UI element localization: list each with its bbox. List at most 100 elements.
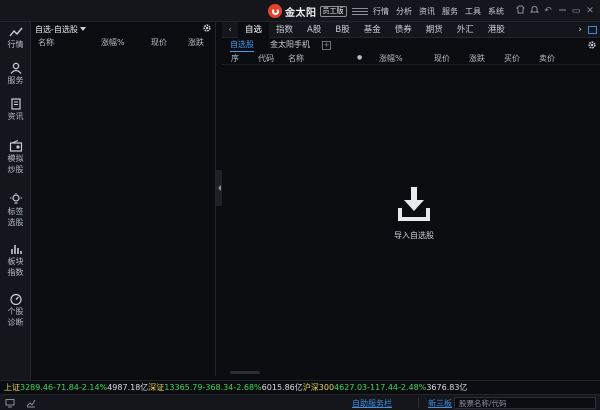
menu-item-news[interactable]: 资讯: [419, 6, 435, 17]
add-group-button[interactable]: +: [322, 40, 331, 50]
stock-table-header: 序 代码 名称 ● 涨幅% 现价 涨跌 买价 卖价: [222, 52, 600, 65]
column-name[interactable]: 名称: [288, 53, 304, 64]
tab-prev-icon[interactable]: ‹: [222, 25, 238, 35]
column-index[interactable]: 序: [231, 53, 239, 64]
chevron-down-icon[interactable]: [79, 27, 86, 31]
index-name[interactable]: 沪深300: [303, 382, 334, 393]
stock-search-input[interactable]: [454, 397, 596, 409]
rail-label: 模拟: [7, 154, 24, 163]
subtab-my-stocks[interactable]: 自选股: [230, 39, 254, 52]
column-change[interactable]: 涨跌: [188, 37, 204, 48]
self-service-link[interactable]: 自助服务栏: [352, 398, 392, 409]
column-code[interactable]: 代码: [258, 53, 274, 64]
restore-icon[interactable]: ▭: [570, 6, 582, 16]
sun-logo-icon: [268, 4, 282, 18]
app-logo: 金太阳 员工版: [268, 3, 347, 19]
rail-item-sector-index[interactable]: 板块 指数: [0, 243, 31, 278]
column-change-pct[interactable]: 涨幅%: [101, 37, 125, 48]
tab-a-share[interactable]: A股: [300, 22, 328, 38]
index-name[interactable]: 上证: [4, 382, 20, 393]
index-amount: 4987.18亿: [107, 383, 149, 392]
divider: [418, 397, 419, 408]
edition-badge: 员工版: [319, 5, 347, 17]
watchlist-header: 自选-自选股: [31, 22, 215, 36]
rail-label: 板块: [7, 257, 24, 266]
download-icon: [398, 187, 430, 221]
rail-label: 选股: [7, 218, 24, 227]
tab-bond[interactable]: 债券: [388, 22, 419, 38]
menu-item-service[interactable]: 服务: [442, 6, 458, 17]
rail-item-service[interactable]: 服务: [0, 62, 31, 86]
menu-item-system[interactable]: 系统: [488, 6, 504, 17]
title-bar: 金太阳 员工版 行情 分析 资讯 服务 工具 系统 ↶ ▭ ✕: [0, 0, 600, 22]
trend-icon[interactable]: [26, 398, 36, 410]
watchlist-title[interactable]: 自选-自选股: [35, 24, 78, 35]
tab-next-icon[interactable]: ›: [578, 22, 582, 38]
column-change-pct[interactable]: 涨幅%: [379, 53, 403, 64]
skin-icon[interactable]: [514, 5, 526, 17]
index-value: 3289.46: [20, 383, 54, 392]
collapse-arrow-icon[interactable]: [218, 185, 221, 191]
subtab-mobile[interactable]: 金太阳手机: [270, 39, 310, 51]
tab-forex[interactable]: 外汇: [450, 22, 481, 38]
rail-item-quotes[interactable]: 行情: [0, 26, 31, 50]
rail-label: 服务: [7, 76, 24, 85]
menu-item-analysis[interactable]: 分析: [396, 6, 412, 17]
horizontal-scrollbar[interactable]: [230, 371, 260, 374]
index-change: -71.84: [53, 383, 79, 392]
radio-icon: [9, 140, 22, 152]
rail-item-tag-select[interactable]: 标签 选股: [0, 193, 31, 228]
window-controls: ↶ ▭ ✕: [512, 0, 596, 22]
layout-grid-icon[interactable]: [588, 26, 597, 34]
tab-b-share[interactable]: B股: [328, 22, 356, 38]
column-change[interactable]: 涨跌: [469, 53, 485, 64]
index-name[interactable]: 深证: [148, 382, 164, 393]
rail-label: 炒股: [7, 165, 24, 174]
menu-lines-icon[interactable]: [352, 6, 368, 17]
person-icon: [10, 62, 21, 74]
menu-item-tools[interactable]: 工具: [465, 6, 481, 17]
tab-hk-share[interactable]: 港股: [481, 22, 512, 38]
left-rail: 行情 服务 资讯 模拟 炒股 标签 选股 板块 指数 个股 诊断: [0, 22, 31, 382]
import-watchlist-button[interactable]: 导入自选股: [384, 185, 444, 241]
tab-index[interactable]: 指数: [269, 22, 300, 38]
top-menu: 行情 分析 资讯 服务 工具 系统: [352, 0, 511, 22]
index-pct: -2.48%: [398, 383, 427, 392]
column-bid[interactable]: 买价: [504, 53, 520, 64]
back-icon[interactable]: ↶: [542, 6, 554, 16]
line-chart-icon: [8, 27, 23, 37]
index-amount: 6015.86亿: [261, 383, 303, 392]
bar-chart-icon: [10, 245, 22, 254]
index-change: -117.44: [367, 383, 399, 392]
minimize-icon[interactable]: [556, 5, 568, 17]
watchlist-subtabs: 自选股 金太阳手机 +: [222, 38, 600, 52]
rail-item-simulate[interactable]: 模拟 炒股: [0, 140, 31, 175]
column-flag[interactable]: ●: [357, 54, 362, 61]
column-ask[interactable]: 卖价: [539, 53, 555, 64]
index-pct: -2.68%: [233, 383, 262, 392]
monitor-icon[interactable]: [5, 398, 15, 410]
bell-icon[interactable]: [528, 5, 540, 17]
tab-fund[interactable]: 基金: [357, 22, 388, 38]
column-name[interactable]: 名称: [38, 37, 54, 48]
tab-futures[interactable]: 期货: [419, 22, 450, 38]
close-icon[interactable]: ✕: [584, 6, 596, 16]
rail-label: 标签: [7, 207, 24, 216]
rail-label: 资讯: [7, 112, 24, 121]
menu-item-quotes[interactable]: 行情: [373, 6, 389, 17]
gear-icon[interactable]: [202, 23, 212, 36]
index-change: -368.34: [202, 383, 234, 392]
rail-item-diagnosis[interactable]: 个股 诊断: [0, 293, 31, 328]
new-third-board-link[interactable]: 新三板: [428, 398, 452, 409]
column-price[interactable]: 现价: [434, 53, 450, 64]
tab-watchlist[interactable]: 自选: [238, 21, 270, 38]
rail-item-news[interactable]: 资讯: [0, 98, 31, 122]
watchlist-panel: 自选-自选股 名称 涨幅% 现价 涨跌: [31, 22, 216, 376]
rail-label: 行情: [7, 40, 24, 49]
import-label: 导入自选股: [394, 231, 434, 240]
status-bar: 自助服务栏 新三板: [0, 394, 600, 410]
gauge-icon: [9, 293, 22, 305]
index-value: 4627.03: [334, 383, 368, 392]
index-amount: 3676.83亿: [426, 383, 468, 392]
column-price[interactable]: 现价: [151, 37, 167, 48]
